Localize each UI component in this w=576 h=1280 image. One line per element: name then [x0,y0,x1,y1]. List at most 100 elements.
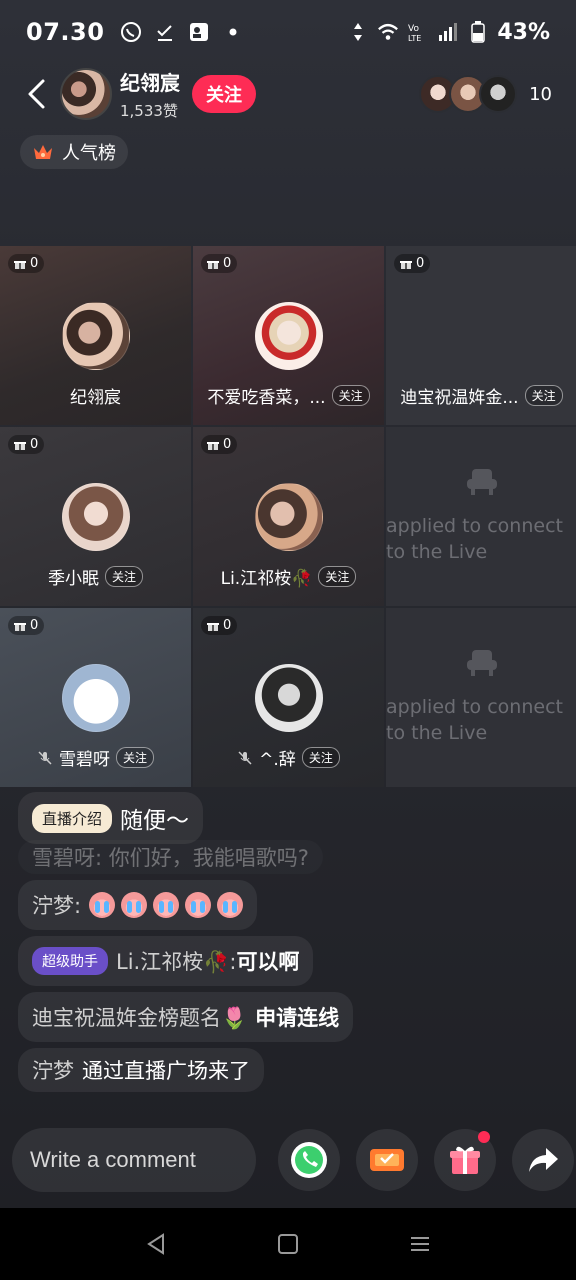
crying-emoji-icon [217,892,244,918]
follow-guest-button[interactable]: 关注 [318,566,357,587]
status-time: 07.30 [26,18,105,46]
signal-icon [437,21,459,43]
popularity-ticket-button[interactable] [356,1129,418,1191]
gift-count-badge: 0 [201,616,238,635]
guest-seat[interactable]: 0 Li.江祁桉🥀 关注 [193,427,384,606]
guest-avatar[interactable] [61,302,130,370]
gift-count-badge: 0 [201,435,238,454]
follow-guest-button[interactable]: 关注 [524,385,563,406]
call-button[interactable] [278,1129,340,1191]
chat-username[interactable]: Li.江祁桉🥀: [116,946,236,976]
chat-username[interactable]: 迪宝祝温姩金榜题名🌷 [32,1002,247,1032]
wifi-icon [377,21,399,43]
guest-name: 纪翎宸 [70,388,121,408]
back-triangle-icon[interactable] [145,1232,167,1256]
download-done-icon [154,21,176,43]
chat-username[interactable]: 泞梦 [32,1055,74,1085]
host-likes: 1,533赞 [120,102,178,120]
intro-text: 随便～ [120,808,190,834]
host-profile[interactable]: 纪翎宸 1,533赞 关注 [60,67,256,121]
gift-count-badge: 0 [201,254,238,273]
super-assistant-badge: 超级助手 [32,947,108,975]
guest-seat[interactable]: 0 雪碧呀 关注 [0,608,191,787]
guest-avatar[interactable] [61,664,130,732]
viewer-list[interactable]: 10 [419,75,552,113]
whatsapp-icon [120,21,142,43]
guest-name: Li.江祁桉🥀 [220,569,313,589]
gift-button[interactable] [434,1129,496,1191]
mic-off-icon [37,750,53,766]
comment-input[interactable] [12,1128,256,1192]
gift-icon [207,260,219,269]
guest-avatar[interactable] [254,483,323,551]
guest-seat[interactable]: 0 季小眠 关注 [0,427,191,606]
seat-icon [466,469,497,495]
gift-count-badge: 0 [8,435,45,454]
gift-icon [207,622,219,631]
host-name: 纪翎宸 [120,71,180,95]
gift-box-icon [450,1146,480,1174]
guest-avatar[interactable] [254,302,323,370]
crying-emojis [89,892,244,918]
guest-grid: 0 纪翎宸 0 不爱吃香菜，... 关注 0 迪宝祝温姩金... 关注 0 季小… [0,246,576,788]
gift-icon [207,441,219,450]
volte-icon: Vo LTE [407,21,429,43]
chat-feed: 直播介绍 随便～ 雪碧呀: 你们好，我能唱歌吗? 泞梦: 超级助手 Li.江祁桉… [18,792,558,1098]
guest-name: 季小眠 [47,569,99,589]
host-avatar[interactable] [60,68,112,120]
guest-avatar[interactable] [61,483,130,551]
crying-emoji-icon [121,892,148,918]
status-bar: 07.30 Vo LTE 43% [0,0,576,64]
gift-icon [400,260,412,269]
chat-message: 超级助手 Li.江祁桉🥀: 可以啊 [18,936,314,986]
svg-text:Vo: Vo [408,24,419,34]
popularity-ranking-chip[interactable]: 人气榜 [20,135,128,169]
gift-icon [14,441,26,450]
chat-text: 可以啊 [236,950,300,974]
follow-guest-button[interactable]: 关注 [301,747,340,768]
viewer-avatar[interactable] [479,75,518,113]
recents-menu-icon[interactable] [409,1233,431,1255]
chat-message: 迪宝祝温姩金榜题名🌷 申请连线 [18,992,354,1042]
follow-host-button[interactable]: 关注 [192,75,256,113]
follow-guest-button[interactable]: 关注 [115,747,154,768]
gift-notification-dot [478,1131,490,1143]
phone-icon [291,1142,327,1178]
gift-count-badge: 0 [8,616,45,635]
system-navigation-bar [0,1208,576,1280]
guest-seat[interactable]: 0 纪翎宸 [0,246,191,425]
guest-name: 迪宝祝温姩金... [400,388,519,408]
crying-emoji-icon [153,892,180,918]
crown-icon [34,145,52,159]
viewer-count[interactable]: 10 [529,84,552,105]
guest-avatar[interactable] [254,664,323,732]
follow-guest-button[interactable]: 关注 [104,566,143,587]
share-arrow-icon [529,1148,558,1172]
bottom-action-bar [0,1126,576,1194]
chevron-left-icon [28,79,45,109]
chat-message: 雪碧呀: 你们好，我能唱歌吗? [18,840,323,874]
battery-icon [467,21,489,43]
chat-text: 通过直播广场来了 [82,1059,250,1083]
empty-seat[interactable]: applied to connect to the Live [386,608,576,787]
crying-emoji-icon [89,892,116,918]
guest-seat[interactable]: 0 ^.辞 关注 [193,608,384,787]
chat-username[interactable]: 泞梦: [32,890,81,920]
follow-guest-button[interactable]: 关注 [331,385,370,406]
gift-count-badge: 0 [394,254,431,273]
seat-icon [466,650,497,676]
guest-seat[interactable]: 0 迪宝祝温姩金... 关注 [386,246,576,425]
live-header: 纪翎宸 1,533赞 关注 10 [0,64,576,124]
svg-text:LTE: LTE [408,34,421,43]
share-button[interactable] [512,1129,574,1191]
applied-to-connect-text: applied to connect to the Live [386,515,563,563]
intro-tag: 直播介绍 [32,803,113,833]
crying-emoji-icon [185,892,212,918]
guest-name: 不爱吃香菜，... [207,388,326,408]
home-square-icon[interactable] [277,1233,299,1255]
chat-text: 申请连线 [255,1006,340,1030]
empty-seat[interactable]: applied to connect to the Live [386,427,576,606]
back-button[interactable] [16,74,56,114]
guest-name: 雪碧呀 [58,750,110,770]
guest-seat[interactable]: 0 不爱吃香菜，... 关注 [193,246,384,425]
